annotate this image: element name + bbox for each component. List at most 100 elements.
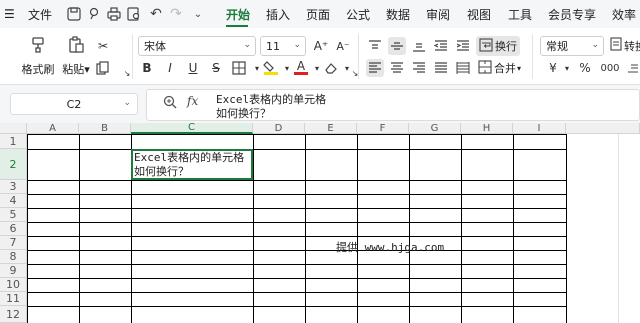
- row-header-5[interactable]: 5: [0, 208, 27, 222]
- tab-view[interactable]: 视图: [467, 0, 491, 28]
- align-right-icon[interactable]: [410, 59, 428, 77]
- cell-border: [27, 292, 566, 293]
- save-icon[interactable]: [66, 6, 82, 22]
- percent-button[interactable]: %: [576, 59, 594, 77]
- row-header-12[interactable]: 12: [0, 306, 27, 323]
- bold-button[interactable]: B: [138, 59, 156, 77]
- column-header-f[interactable]: F: [357, 123, 409, 134]
- number-format-select[interactable]: 常规 ⌄: [540, 36, 604, 56]
- print-icon[interactable]: [106, 6, 122, 22]
- font-size-select[interactable]: 11 ⌄: [260, 36, 306, 56]
- cell-border: [305, 134, 306, 323]
- column-header-b[interactable]: B: [79, 123, 131, 134]
- paste-button[interactable]: 粘贴▾: [60, 36, 92, 77]
- link-icon[interactable]: [86, 6, 102, 22]
- clipboard-expand-icon[interactable]: ↘: [118, 64, 136, 82]
- column-header-d[interactable]: D: [253, 123, 305, 134]
- cell-border: [27, 222, 566, 223]
- row-header-11[interactable]: 11: [0, 292, 27, 306]
- wrap-text-icon: [479, 37, 493, 55]
- row-header-7[interactable]: 7: [0, 236, 27, 250]
- cell-border: [27, 194, 566, 195]
- convert-button[interactable]: 转换: [610, 37, 640, 54]
- row-header-3[interactable]: 3: [0, 180, 27, 194]
- column-header-c[interactable]: C: [131, 122, 253, 134]
- convert-icon: [610, 37, 622, 54]
- zoom-search-icon[interactable]: [163, 95, 177, 112]
- convert-label: 转换: [624, 39, 640, 53]
- file-menu[interactable]: 文件: [28, 0, 52, 28]
- tab-formula[interactable]: 公式: [346, 0, 370, 28]
- align-center-icon[interactable]: [388, 59, 406, 77]
- font-expand-icon[interactable]: ↘: [346, 64, 364, 82]
- hamburger-menu-icon[interactable]: ☰: [4, 0, 15, 28]
- formula-line1: Excel表格内的单元格: [216, 93, 327, 106]
- tab-review[interactable]: 审阅: [426, 0, 450, 28]
- insert-function-button[interactable]: fx: [187, 94, 198, 108]
- column-header-e[interactable]: E: [305, 123, 357, 134]
- gridline: [618, 134, 619, 323]
- row-header-9[interactable]: 9: [0, 264, 27, 278]
- formula-content: Excel表格内的单元格 如何换行？: [216, 93, 326, 121]
- row-header-2[interactable]: 2: [0, 149, 27, 180]
- wrap-text-button[interactable]: 换行: [476, 36, 520, 56]
- column-header-i[interactable]: I: [513, 123, 566, 134]
- formula-bar: C2 ⌄ fx Excel表格内的单元格 如何换行？: [0, 85, 640, 123]
- number-format-caret-icon: ⌄: [591, 40, 599, 50]
- tab-tools[interactable]: 工具: [508, 0, 532, 28]
- row-header-10[interactable]: 10: [0, 278, 27, 292]
- indent-decrease-icon[interactable]: [432, 37, 450, 55]
- column-header-g[interactable]: G: [409, 123, 461, 134]
- font-size-value: 11: [266, 39, 280, 53]
- tab-data[interactable]: 数据: [386, 0, 410, 28]
- align-top-icon[interactable]: [366, 37, 384, 55]
- row-header-4[interactable]: 4: [0, 194, 27, 208]
- cell-border: [357, 134, 358, 323]
- tab-member[interactable]: 会员专享: [548, 0, 596, 28]
- align-middle-icon[interactable]: [388, 37, 406, 55]
- name-box[interactable]: C2 ⌄: [10, 93, 138, 115]
- indent-increase-icon[interactable]: [454, 37, 472, 55]
- font-name-caret-icon: ⌄: [243, 40, 251, 50]
- row-header-1[interactable]: 1: [0, 134, 27, 149]
- row-header-6[interactable]: 6: [0, 222, 27, 236]
- undo-icon[interactable]: ↶: [148, 6, 164, 22]
- tab-home[interactable]: 开始: [226, 0, 250, 28]
- align-left-icon[interactable]: [366, 59, 384, 77]
- cell-border: [27, 306, 566, 307]
- redo-icon[interactable]: ↷: [168, 6, 184, 22]
- increase-decimal-icon[interactable]: [624, 59, 640, 77]
- format-painter-button[interactable]: 格式刷: [20, 36, 56, 77]
- cut-icon[interactable]: ✂: [94, 37, 112, 55]
- cell-border: [79, 134, 80, 323]
- select-all-corner[interactable]: [0, 123, 27, 134]
- tab-page[interactable]: 页面: [306, 0, 330, 28]
- merge-button[interactable]: 合并 ▾: [478, 58, 524, 78]
- font-color-bar: [294, 71, 308, 75]
- font-name-select[interactable]: 宋体 ⌄: [138, 36, 256, 56]
- strikethrough-button[interactable]: S: [207, 59, 225, 77]
- align-bottom-icon[interactable]: [410, 37, 428, 55]
- currency-caret-icon[interactable]: ▾: [558, 59, 576, 77]
- tab-insert[interactable]: 插入: [266, 0, 290, 28]
- row-header-8[interactable]: 8: [0, 250, 27, 264]
- borders-icon[interactable]: [230, 59, 248, 77]
- print-preview-icon[interactable]: [126, 6, 142, 22]
- ribbon-separator: [532, 34, 533, 79]
- column-header-a[interactable]: A: [27, 123, 79, 134]
- column-header-blank[interactable]: [566, 123, 640, 134]
- justify-icon[interactable]: [432, 59, 450, 77]
- thousands-separator-button[interactable]: 000: [598, 59, 622, 77]
- distribute-icon[interactable]: [454, 59, 472, 77]
- grow-font-icon[interactable]: A⁺: [312, 37, 330, 55]
- italic-button[interactable]: I: [161, 59, 179, 77]
- column-header-h[interactable]: H: [461, 123, 513, 134]
- copy-icon[interactable]: [94, 59, 112, 77]
- shrink-font-icon[interactable]: A⁻: [334, 37, 352, 55]
- tab-efficiency[interactable]: 效率: [612, 0, 636, 28]
- underline-button[interactable]: U: [184, 59, 202, 77]
- cell-border: [566, 134, 567, 323]
- cell-c2-line1: Excel表格内的单元格: [134, 151, 245, 164]
- quick-access-more-icon[interactable]: ⌄: [190, 6, 206, 22]
- name-box-value: C2: [66, 97, 82, 111]
